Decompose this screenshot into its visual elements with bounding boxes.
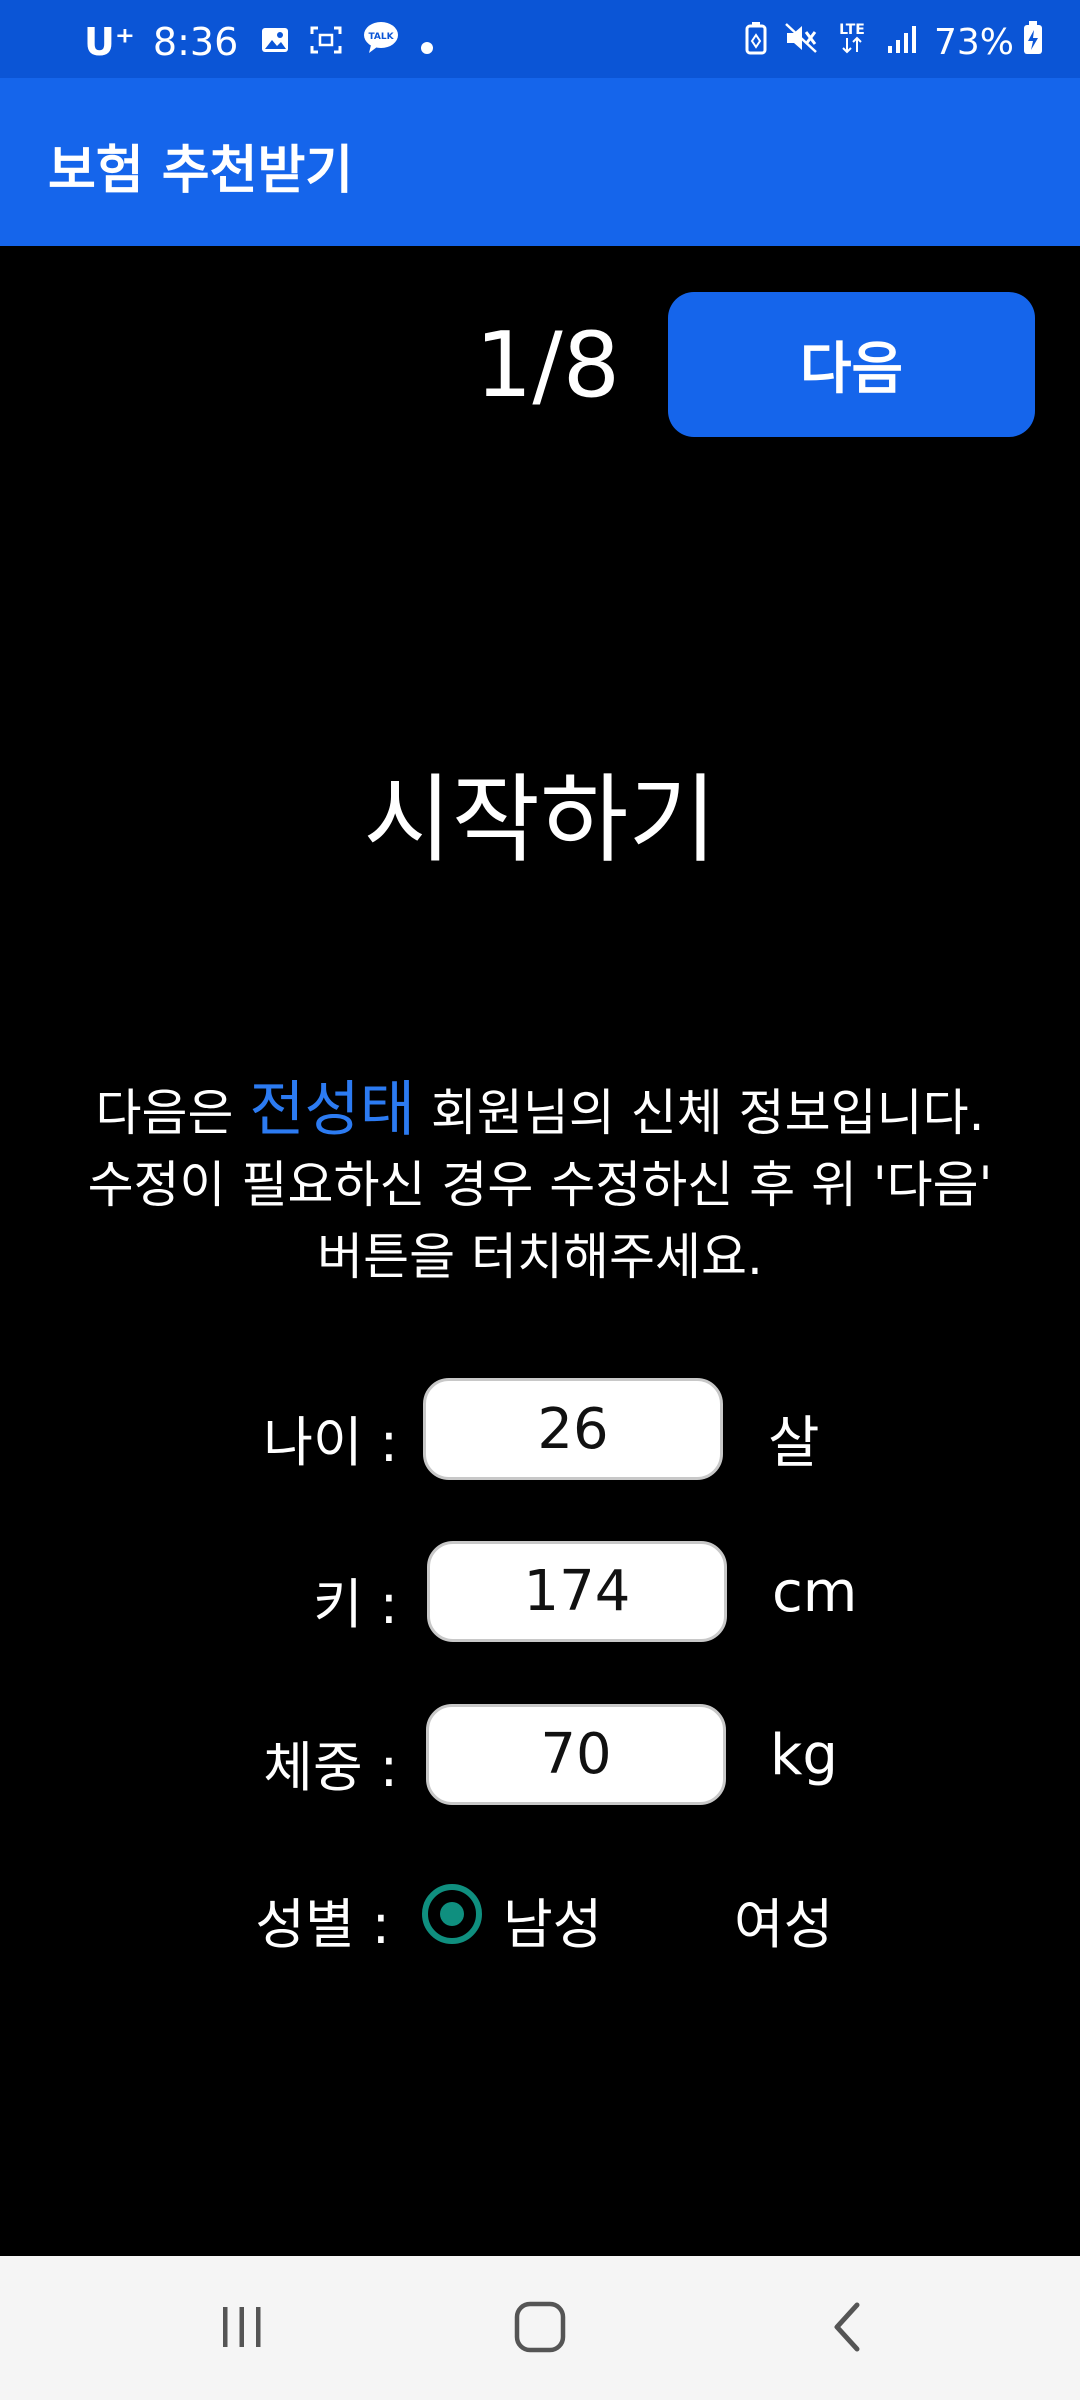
screenshot-icon	[310, 20, 342, 64]
height-unit: cm	[772, 1560, 858, 1625]
battery-icon	[1022, 20, 1044, 65]
home-icon	[512, 2299, 568, 2359]
gender-label: 성별 :	[255, 1893, 390, 1956]
carrier-label: U⁺	[84, 20, 135, 64]
gender-male-label[interactable]: 남성	[503, 1880, 602, 1959]
description-prefix: 다음은	[95, 1084, 250, 1142]
back-button[interactable]	[797, 2284, 897, 2374]
navigation-bar	[0, 2256, 1080, 2400]
recents-icon	[217, 2302, 267, 2356]
status-right: LTE 73%	[744, 20, 1044, 65]
page-heading: 시작하기	[363, 764, 717, 876]
lte-icon: LTE	[834, 20, 870, 65]
gallery-icon	[260, 20, 290, 64]
step-counter: 1/8	[475, 313, 620, 418]
status-bar: U⁺ 8:36 TALK LTE 73%	[0, 0, 1080, 78]
back-icon	[825, 2299, 869, 2359]
status-left: U⁺ 8:36 TALK	[84, 20, 454, 64]
weight-unit: kg	[770, 1723, 838, 1788]
svg-text:TALK: TALK	[369, 32, 395, 42]
app-bar: 보험 추천받기	[0, 78, 1080, 246]
gender-female-option[interactable]: 여성	[734, 1880, 833, 1959]
lte-label: LTE	[839, 22, 865, 38]
next-button[interactable]: 다음	[668, 292, 1035, 437]
battery-percent: 73%	[933, 21, 1014, 63]
description-line-1: 다음은 전성태 회원님의 신체 정보입니다.	[30, 1074, 1050, 1149]
weight-label: 체중 :	[263, 1736, 398, 1799]
battery-saver-icon	[744, 21, 768, 64]
description: 다음은 전성태 회원님의 신체 정보입니다. 수정이 필요하신 경우 수정하신 …	[30, 1074, 1050, 1293]
description-line-2: 수정이 필요하신 경우 수정하신 후 위 '다음'	[87, 1156, 993, 1214]
gender-male-radio[interactable]	[422, 1884, 482, 1944]
clock: 8:36	[152, 20, 239, 64]
talk-icon: TALK	[362, 20, 400, 64]
home-button[interactable]	[490, 2284, 590, 2374]
radio-selected-dot	[440, 1902, 464, 1926]
description-suffix: 회원님의 신체 정보입니다.	[414, 1084, 985, 1142]
recents-button[interactable]	[192, 2284, 292, 2374]
age-unit: 살	[768, 1411, 820, 1476]
mute-icon	[784, 22, 818, 63]
screen: U⁺ 8:36 TALK LTE 73% 보험 추천받기 1/8 다음 시작하기…	[0, 0, 1080, 2400]
description-line-3: 버튼을 터치해주세요.	[317, 1228, 763, 1286]
height-input[interactable]: 174	[427, 1541, 727, 1642]
height-label: 키 :	[312, 1573, 398, 1636]
app-title: 보험 추천받기	[48, 141, 354, 201]
weight-input[interactable]: 70	[426, 1704, 726, 1805]
member-name: 전성태	[249, 1075, 415, 1145]
signal-icon	[886, 22, 918, 63]
age-input[interactable]: 26	[423, 1378, 723, 1480]
age-label: 나이 :	[263, 1411, 398, 1474]
dot-icon	[420, 20, 434, 64]
